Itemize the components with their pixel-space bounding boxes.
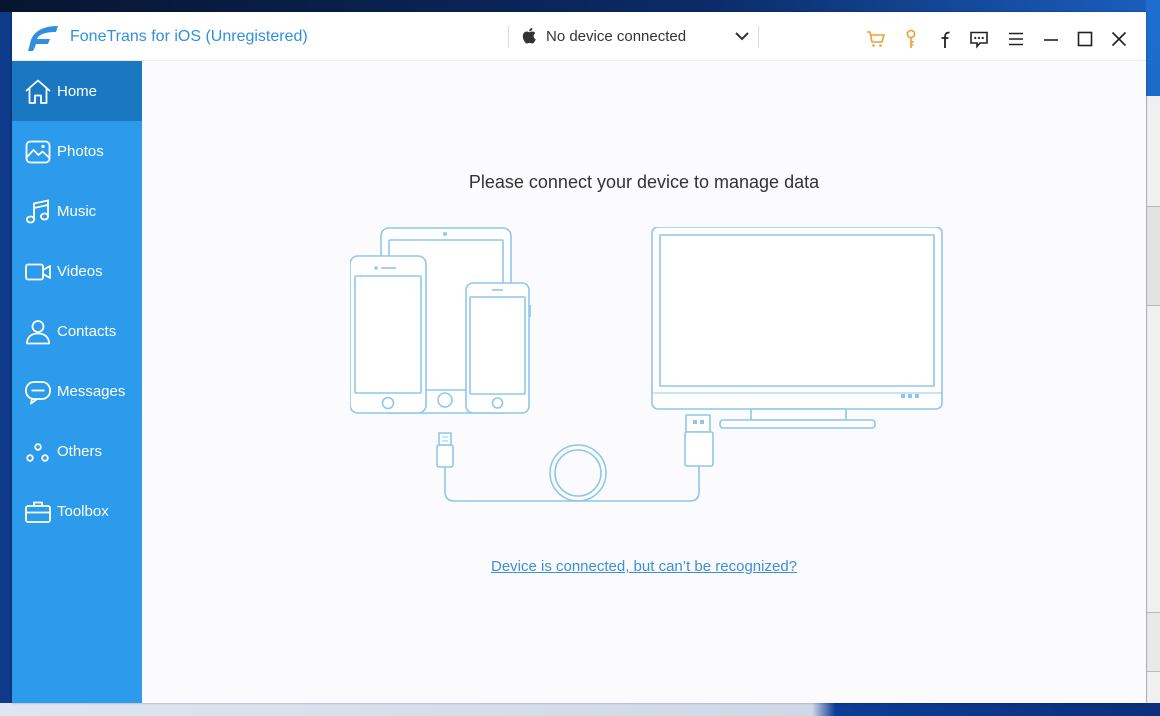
contacts-icon bbox=[26, 320, 50, 345]
toolbox-icon bbox=[25, 501, 51, 523]
sidebar-item-toolbox[interactable]: Toolbox bbox=[12, 481, 142, 541]
videos-icon bbox=[25, 263, 51, 281]
sidebar-item-label: Others bbox=[57, 443, 103, 460]
close-icon[interactable] bbox=[1109, 29, 1129, 49]
sidebar-item-photos[interactable]: Photos bbox=[12, 121, 142, 181]
sidebar-item-home[interactable]: Home bbox=[12, 61, 142, 121]
key-icon[interactable] bbox=[901, 29, 921, 49]
divider bbox=[508, 26, 509, 48]
main-content: Please connect your device to manage dat… bbox=[142, 61, 1146, 703]
desktop-background bbox=[0, 0, 1160, 12]
sidebar-item-messages[interactable]: Messages bbox=[12, 361, 142, 421]
sidebar-item-label: Home bbox=[57, 83, 98, 100]
divider bbox=[758, 26, 759, 48]
facebook-icon[interactable] bbox=[934, 29, 954, 49]
feedback-icon[interactable] bbox=[969, 29, 989, 49]
device-not-recognized-link[interactable]: Device is connected, but can’t be recogn… bbox=[142, 558, 1146, 575]
sidebar-item-others[interactable]: Others bbox=[12, 421, 142, 481]
sidebar-item-label: Photos bbox=[57, 143, 104, 160]
home-icon bbox=[25, 79, 51, 104]
cart-icon[interactable] bbox=[866, 29, 886, 49]
messages-icon bbox=[25, 381, 51, 405]
connect-device-illustration bbox=[350, 227, 943, 502]
usb-connector-icon bbox=[685, 414, 711, 433]
lightning-connector-icon bbox=[438, 432, 452, 446]
title-bar: FoneTrans for iOS (Unregistered) No devi… bbox=[12, 12, 1146, 61]
sidebar-item-label: Toolbox bbox=[57, 503, 109, 520]
menu-icon[interactable] bbox=[1006, 29, 1026, 49]
sidebar-item-contacts[interactable]: Contacts bbox=[12, 301, 142, 361]
sidebar-item-label: Messages bbox=[57, 383, 126, 400]
minimize-icon[interactable] bbox=[1041, 29, 1061, 49]
app-title: FoneTrans for iOS (Unregistered) bbox=[70, 28, 308, 45]
fonetrans-logo-icon bbox=[28, 26, 58, 51]
sidebar-item-music[interactable]: Music bbox=[12, 181, 142, 241]
sidebar-item-label: Music bbox=[57, 203, 97, 220]
sidebar-item-label: Videos bbox=[57, 263, 103, 280]
photos-icon bbox=[25, 140, 51, 164]
connect-prompt: Please connect your device to manage dat… bbox=[468, 172, 820, 192]
apple-icon bbox=[522, 27, 536, 44]
sidebar: Home Photos Music Videos Contacts Messag… bbox=[12, 61, 142, 703]
sidebar-item-label: Contacts bbox=[57, 323, 117, 340]
others-icon bbox=[26, 443, 49, 462]
device-selector[interactable]: No device connected bbox=[518, 22, 758, 52]
device-selector-label: No device connected bbox=[546, 28, 687, 45]
app-window: FoneTrans for iOS (Unregistered) No devi… bbox=[12, 12, 1146, 703]
sidebar-item-videos[interactable]: Videos bbox=[12, 241, 142, 301]
maximize-icon[interactable] bbox=[1075, 29, 1095, 49]
music-icon bbox=[26, 199, 49, 224]
chevron-down-icon bbox=[735, 32, 749, 41]
background-window bbox=[1146, 96, 1160, 716]
taskbar-edge bbox=[0, 703, 1160, 716]
